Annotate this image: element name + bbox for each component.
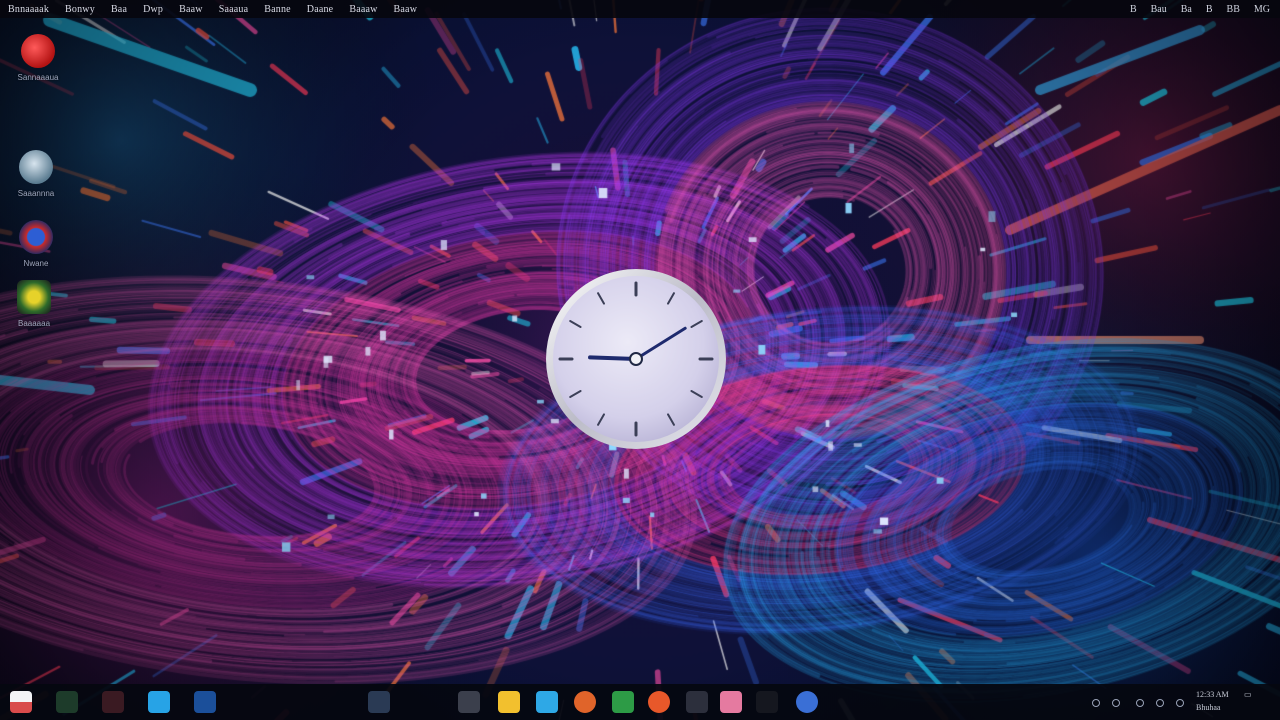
desktop-icon-label: Saaannna bbox=[17, 189, 55, 198]
tray-chevron-icon[interactable] bbox=[1092, 699, 1100, 707]
tray-volume-icon[interactable] bbox=[1136, 699, 1144, 707]
tray-notification-icon[interactable] bbox=[1176, 699, 1184, 707]
xbox-icon[interactable] bbox=[610, 689, 636, 715]
browser-blue-icon-glyph bbox=[796, 691, 818, 713]
top-menu-bar: Bnnaaaak Bonwy Baa Dwp Baaw Saaaua Banne… bbox=[0, 0, 1280, 18]
tray-extra[interactable]: ▭ bbox=[1244, 690, 1252, 699]
red-app-icon bbox=[21, 34, 55, 68]
analog-clock-widget[interactable] bbox=[544, 267, 728, 451]
tray-item-6[interactable]: MG bbox=[1254, 4, 1270, 15]
app-cyan-icon[interactable] bbox=[146, 689, 172, 715]
app-black-icon-glyph bbox=[756, 691, 778, 713]
app-slate-icon[interactable] bbox=[366, 689, 392, 715]
clock-center-pin bbox=[629, 352, 643, 366]
desktop-icon-label: Baaaaaa bbox=[17, 319, 51, 328]
files-icon[interactable] bbox=[496, 689, 522, 715]
store-icon[interactable] bbox=[534, 689, 560, 715]
desktop-icon-3[interactable]: Nwane bbox=[10, 220, 62, 268]
desktop-icon-2[interactable]: Saaannna bbox=[10, 150, 62, 198]
files-icon-glyph bbox=[498, 691, 520, 713]
app-dark-icon-glyph bbox=[686, 691, 708, 713]
tray-item-1[interactable]: B bbox=[1130, 4, 1137, 15]
app-cyan-icon-glyph bbox=[148, 691, 170, 713]
app-blue-icon-glyph bbox=[194, 691, 216, 713]
start-app-icon-glyph bbox=[10, 691, 32, 713]
menu-tray: B Bau Ba B BB MG bbox=[1116, 0, 1280, 18]
menu-item-3[interactable]: Baa bbox=[111, 4, 127, 15]
xbox-icon-glyph bbox=[612, 691, 634, 713]
game-app-icon bbox=[17, 280, 51, 314]
app-dark-icon[interactable] bbox=[684, 689, 710, 715]
browser-orange-icon-glyph bbox=[574, 691, 596, 713]
menu-item-9[interactable]: Baaaw bbox=[349, 4, 377, 15]
app-gray-icon-glyph bbox=[458, 691, 480, 713]
app-slate-icon-glyph bbox=[368, 691, 390, 713]
menu-item-10[interactable]: Baaw bbox=[394, 4, 418, 15]
menu-item-4[interactable]: Dwp bbox=[143, 4, 163, 15]
photos-icon[interactable] bbox=[718, 689, 744, 715]
app-gray-icon[interactable] bbox=[456, 689, 482, 715]
menu-item-8[interactable]: Daane bbox=[307, 4, 334, 15]
app-dark-red-icon-glyph bbox=[102, 691, 124, 713]
menu-item-7[interactable]: Banne bbox=[264, 4, 291, 15]
desktop-icon-label: Nwane bbox=[23, 259, 49, 268]
media-orange-icon-glyph bbox=[648, 691, 670, 713]
start-app-icon[interactable] bbox=[8, 689, 34, 715]
media-orange-icon[interactable] bbox=[646, 689, 672, 715]
store-icon-glyph bbox=[536, 691, 558, 713]
tray-battery-icon[interactable] bbox=[1156, 699, 1164, 707]
menu-items: Bnnaaaak Bonwy Baa Dwp Baaw Saaaua Banne… bbox=[0, 0, 433, 18]
globe-icon bbox=[19, 150, 53, 184]
app-black-icon[interactable] bbox=[754, 689, 780, 715]
menu-item-2[interactable]: Bonwy bbox=[65, 4, 95, 15]
menu-item-1[interactable]: Bnnaaaak bbox=[8, 4, 49, 15]
desktop: Bnnaaaak Bonwy Baa Dwp Baaw Saaaua Banne… bbox=[0, 0, 1280, 720]
browser-blue-icon[interactable] bbox=[794, 689, 820, 715]
tray-item-4[interactable]: B bbox=[1206, 4, 1213, 15]
menu-item-6[interactable]: Saaaua bbox=[219, 4, 249, 15]
browser-orange-icon[interactable] bbox=[572, 689, 598, 715]
tray-item-2[interactable]: Bau bbox=[1151, 4, 1167, 15]
app-dark-red-icon[interactable] bbox=[100, 689, 126, 715]
desktop-icon-4[interactable]: Baaaaaa bbox=[8, 280, 60, 328]
tray-item-3[interactable]: Ba bbox=[1181, 4, 1192, 15]
desktop-icon-label: Sannaaaua bbox=[17, 73, 59, 82]
tray-time[interactable]: 12:33 AM bbox=[1196, 690, 1229, 699]
tray-item-5[interactable]: BB bbox=[1227, 4, 1240, 15]
browser-icon bbox=[19, 220, 53, 254]
app-dark-green-icon[interactable] bbox=[54, 689, 80, 715]
app-blue-icon[interactable] bbox=[192, 689, 218, 715]
desktop-icon-1[interactable]: Sannaaaua bbox=[12, 34, 64, 82]
tray-network-icon[interactable] bbox=[1112, 699, 1120, 707]
photos-icon-glyph bbox=[720, 691, 742, 713]
app-dark-green-icon-glyph bbox=[56, 691, 78, 713]
tray-date[interactable]: Bhuhaa bbox=[1196, 703, 1220, 712]
menu-item-5[interactable]: Baaw bbox=[179, 4, 203, 15]
